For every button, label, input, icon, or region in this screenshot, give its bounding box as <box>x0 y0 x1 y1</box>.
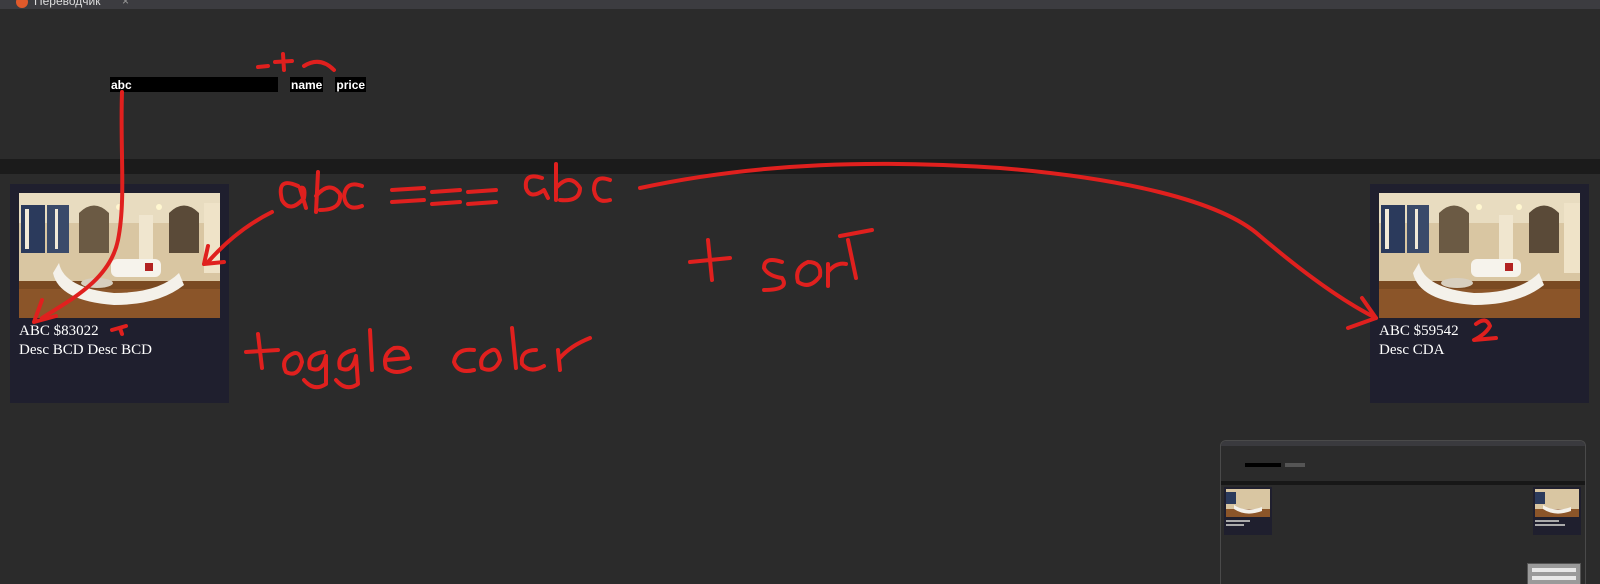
thumbnail-card-title <box>1535 520 1559 522</box>
sort-by-name-button[interactable]: name <box>290 77 324 92</box>
arrow-to-card-two <box>638 161 1378 320</box>
thumbnail-card-description <box>1535 524 1565 526</box>
thumbnail-card <box>1224 487 1272 535</box>
thumbnail-tab-strip <box>1221 441 1585 446</box>
thumbnail-sort-buttons <box>1285 463 1305 467</box>
tab-title[interactable]: Переводчик <box>34 0 101 8</box>
thumbnail-card-title <box>1226 520 1250 522</box>
thumbnail-card-description <box>1226 524 1244 526</box>
nested-preview-line <box>1532 568 1576 572</box>
card-description: Desc BCD Desc BCD <box>19 342 152 358</box>
product-card[interactable]: ABC $59542 Desc CDA <box>1370 184 1589 403</box>
filter-controls: name price <box>110 77 367 92</box>
header-divider <box>0 159 1600 174</box>
thumbnail-divider <box>1221 481 1585 485</box>
product-card[interactable]: ABC $83022 Desc BCD Desc BCD <box>10 184 229 403</box>
thumbnail-card-photo <box>1226 489 1270 517</box>
sort-by-price-button[interactable]: price <box>335 77 367 92</box>
card-title: ABC $59542 <box>1379 323 1459 339</box>
thumbnail-card-photo <box>1535 489 1579 517</box>
card-title: ABC $83022 <box>19 323 99 339</box>
nested-preview-thumbnail <box>1527 563 1581 584</box>
living-room-photo <box>19 193 220 318</box>
window-preview-thumbnail[interactable] <box>1220 440 1586 584</box>
thumbnail-search-input <box>1245 463 1281 467</box>
search-input[interactable] <box>110 77 278 92</box>
card-description: Desc CDA <box>1379 342 1445 358</box>
nested-preview-line <box>1532 576 1576 580</box>
living-room-photo <box>1379 193 1580 318</box>
translator-tab-icon <box>16 0 28 8</box>
tab-close-icon[interactable]: × <box>122 0 129 8</box>
thumbnail-card <box>1533 487 1581 535</box>
browser-tab-strip: Переводчик × <box>0 0 1600 9</box>
